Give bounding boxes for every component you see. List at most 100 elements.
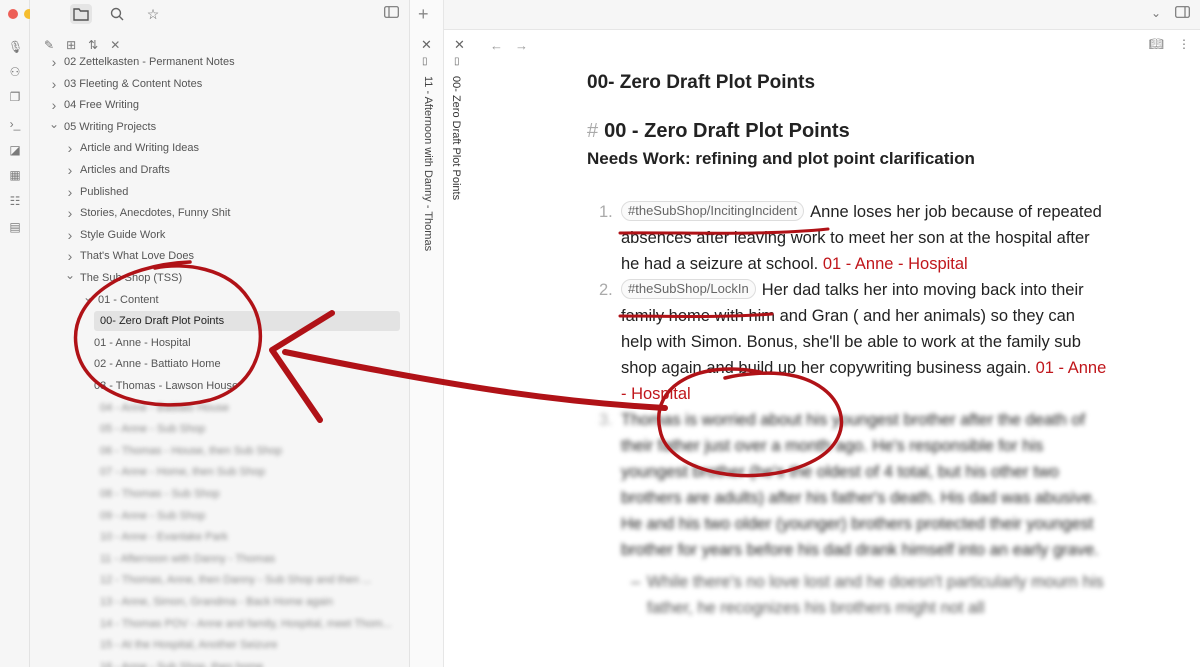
microphone-icon[interactable]: 🎙︎ <box>8 40 23 54</box>
active-stacked-tab-label[interactable]: 00- Zero Draft Plot Points <box>450 76 462 200</box>
tree-item-label: 16 - Anne - Sub Shop, then home <box>100 660 264 667</box>
terminal-icon[interactable]: ›_ <box>8 117 22 131</box>
tree-item-label: 01 - Anne - Hospital <box>94 336 191 349</box>
stacked-tab-label[interactable]: 11 - Afternoon with Danny - Thomas <box>422 76 434 251</box>
tree-item-label: 03 Fleeting & Content Notes <box>64 77 203 90</box>
file-item[interactable]: 06 - Thomas - House, then Sub Shop <box>100 441 282 461</box>
close-window-button[interactable] <box>8 9 18 19</box>
folder-item[interactable]: ⌄ The Sub Shop (TSS) <box>64 268 182 288</box>
table-icon[interactable]: ☷ <box>8 194 22 208</box>
tree-item-label: 09 - Anne - Sub Shop <box>100 509 206 522</box>
chevron-right-icon[interactable]: › <box>64 138 76 158</box>
tree-item-label: Published <box>80 185 129 198</box>
tree-item-label: 13 - Anne, Simon, Grandma - Back Home ag… <box>100 596 333 608</box>
folder-item[interactable]: › Style Guide Work <box>64 225 166 245</box>
file-item[interactable]: 12 - Thomas, Anne, then Danny - Sub Shop… <box>100 570 371 590</box>
tree-item-label: 15 - At the Hospital, Another Seizure <box>100 639 278 652</box>
calendar-icon[interactable]: ▤ <box>8 220 22 234</box>
close-tab-icon[interactable]: ✕ <box>421 37 432 53</box>
chevron-right-icon[interactable]: › <box>48 74 60 94</box>
chart-icon[interactable]: ◪ <box>8 143 22 157</box>
new-tab-icon[interactable]: + <box>418 4 429 25</box>
collapse-all-icon[interactable]: ✕ <box>110 38 120 52</box>
grid-icon[interactable]: ▦ <box>8 168 22 182</box>
chevron-right-icon[interactable]: › <box>64 246 76 266</box>
tree-item-label: 07 - Anne - Home, then Sub Shop <box>100 466 266 479</box>
tree-item-label: 05 - Anne - Sub Shop <box>100 423 206 436</box>
tree-item-label: 10 - Anne - Evanlake Park <box>100 531 228 544</box>
file-icon: ▯ <box>454 56 460 67</box>
back-arrow-icon[interactable]: ← <box>490 38 503 53</box>
file-item[interactable]: 03 - Thomas - Lawson House <box>94 376 238 396</box>
stacked-tab-collapsed[interactable]: ✕ ▯ 11 - Afternoon with Danny - Thomas <box>410 0 444 667</box>
folder-item[interactable]: › Published <box>64 182 129 202</box>
more-options-icon[interactable]: ⋮ <box>1178 37 1190 51</box>
chevron-down-icon[interactable]: ⌄ <box>1151 6 1161 21</box>
close-tab-icon[interactable]: ✕ <box>454 37 465 53</box>
folder-item[interactable]: ⌄ 05 Writing Projects <box>48 117 156 137</box>
new-note-icon[interactable]: ✎ <box>44 38 54 52</box>
right-sidebar-toggle-icon[interactable] <box>1175 6 1190 21</box>
search-icon[interactable] <box>106 4 128 24</box>
new-folder-icon[interactable]: ⊞ <box>66 38 76 52</box>
file-item[interactable]: 10 - Anne - Evanlake Park <box>100 527 228 547</box>
sidebar-toggle-icon[interactable] <box>384 6 399 21</box>
plot-point[interactable]: 1. #theSubShop/IncitingIncident Anne loses… <box>587 199 1107 277</box>
file-item[interactable]: 16 - Anne - Sub Shop, then home <box>100 657 263 667</box>
tree-item-label: The Sub Shop (TSS) <box>80 272 183 284</box>
tree-item-label: 08 - Thomas - Sub Shop <box>100 488 220 500</box>
copy-icon[interactable]: ❐ <box>8 90 22 104</box>
file-item[interactable]: 14 - Thomas POV - Anne and family, Hospi… <box>100 614 392 634</box>
view-actions: 📖︎ ⋮ <box>1149 37 1190 51</box>
file-item[interactable]: 04 - Anne - Battiato House <box>100 398 229 418</box>
folder-item[interactable]: › 04 Free Writing <box>48 95 139 115</box>
chevron-right-icon[interactable]: › <box>64 160 76 180</box>
folder-icon[interactable] <box>70 4 92 24</box>
chevron-right-icon[interactable]: › <box>48 95 60 115</box>
file-item[interactable]: 00- Zero Draft Plot Points <box>94 311 400 332</box>
reading-view-icon[interactable]: 📖︎ <box>1149 37 1164 51</box>
list-number: 2. <box>599 281 613 299</box>
tree-item-label: Stories, Anecdotes, Funny Shit <box>80 207 231 220</box>
file-item[interactable]: 05 - Anne - Sub Shop <box>100 419 205 439</box>
sort-icon[interactable]: ⇅ <box>88 38 98 52</box>
chevron-right-icon[interactable]: › <box>64 182 76 202</box>
tree-item-label: 12 - Thomas, Anne, then Danny - Sub Shop… <box>100 574 372 587</box>
bookmark-star-icon[interactable]: ☆ <box>142 4 164 24</box>
graph-icon[interactable]: ⚇ <box>8 65 22 79</box>
file-item[interactable]: 09 - Anne - Sub Shop <box>100 506 205 526</box>
file-explorer-sidebar: ☆ ✎ ⊞ ⇅ ✕ › 02 Zettelkasten - Permanent N… <box>30 0 410 667</box>
file-icon: ▯ <box>422 56 428 67</box>
chevron-down-icon[interactable]: ⌄ <box>82 291 94 303</box>
chevron-down-icon[interactable]: ⌄ <box>64 269 76 281</box>
folder-item[interactable]: › 02 Zettelkasten - Permanent Notes <box>48 52 235 72</box>
file-item[interactable]: 11 - Afternoon with Danny - Thomas <box>100 549 275 569</box>
folder-item[interactable]: › That's What Love Does <box>64 246 194 266</box>
chevron-right-icon[interactable]: › <box>48 52 60 72</box>
file-item[interactable]: 15 - At the Hospital, Another Seizure <box>100 635 277 655</box>
inline-title[interactable]: 00- Zero Draft Plot Points <box>587 72 1107 94</box>
tag-pill[interactable]: #theSubShop/IncitingIncident <box>621 201 805 221</box>
file-item[interactable]: 08 - Thomas - Sub Shop <box>100 484 220 504</box>
internal-link[interactable]: 01 - Anne - Hospital <box>823 255 968 273</box>
tree-item-label: 04 - Anne - Battiato House <box>100 401 230 414</box>
chevron-right-icon[interactable]: › <box>64 225 76 245</box>
forward-arrow-icon[interactable]: → <box>515 38 528 53</box>
chevron-right-icon[interactable]: › <box>64 203 76 223</box>
plot-point[interactable]: 3. Thomas is worried about his youngest b… <box>587 407 1107 563</box>
file-item[interactable]: 07 - Anne - Home, then Sub Shop <box>100 462 265 482</box>
tree-item-label: 03 - Thomas - Lawson House <box>94 380 239 392</box>
folder-item[interactable]: ⌄ 01 - Content <box>82 290 159 310</box>
file-item[interactable]: 02 - Anne - Battiato Home <box>94 354 221 374</box>
tag-pill[interactable]: #theSubShop/LockIn <box>621 279 756 299</box>
folder-item[interactable]: › 03 Fleeting & Content Notes <box>48 74 203 94</box>
folder-item[interactable]: › Articles and Drafts <box>64 160 170 180</box>
history-nav: ← → <box>490 38 528 53</box>
file-item[interactable]: 13 - Anne, Simon, Grandma - Back Home ag… <box>100 592 333 612</box>
folder-item[interactable]: › Stories, Anecdotes, Funny Shit <box>64 203 231 223</box>
chevron-down-icon[interactable]: ⌄ <box>48 118 60 130</box>
file-actions: ✎ ⊞ ⇅ ✕ <box>44 38 120 52</box>
plot-point[interactable]: 2. #theSubShop/LockIn Her dad talks her in… <box>587 277 1107 407</box>
file-item[interactable]: 01 - Anne - Hospital <box>94 333 191 353</box>
folder-item[interactable]: › Article and Writing Ideas <box>64 138 199 158</box>
